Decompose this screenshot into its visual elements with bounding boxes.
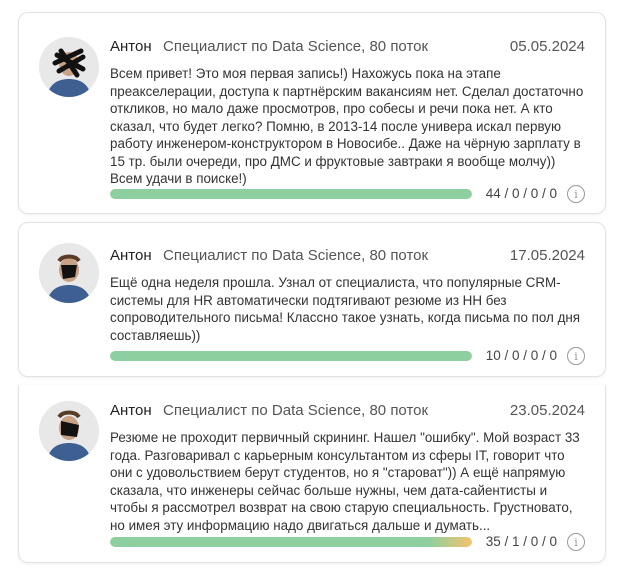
author-name[interactable]: Антон xyxy=(110,247,152,264)
progress-bar xyxy=(110,537,472,547)
post-date: 23.05.2024 xyxy=(509,402,585,419)
response-counts: 35 / 1 / 0 / 0 xyxy=(485,534,557,549)
avatar[interactable] xyxy=(39,37,99,97)
avatar[interactable] xyxy=(39,243,99,303)
progress-fill xyxy=(110,537,472,547)
post-date: 17.05.2024 xyxy=(509,247,585,264)
post-card: Антон Специалист по Data Science, 80 пот… xyxy=(18,222,606,377)
author-role: Специалист по Data Science, 80 поток xyxy=(163,38,429,55)
info-icon[interactable]: i xyxy=(567,185,585,203)
author-name[interactable]: Антон xyxy=(110,402,152,419)
author-name[interactable]: Антон xyxy=(110,38,152,55)
info-icon[interactable]: i xyxy=(567,347,585,365)
response-counts: 10 / 0 / 0 / 0 xyxy=(485,348,557,363)
post-text: Всем привет! Это моя первая запись!) Нах… xyxy=(110,66,584,186)
progress-bar xyxy=(110,189,472,199)
post-card: Антон Специалист по Data Science, 80 пот… xyxy=(18,385,606,563)
progress-fill xyxy=(110,351,472,361)
info-icon[interactable]: i xyxy=(567,533,585,551)
avatar[interactable] xyxy=(39,401,99,461)
post-text: Ещё одна неделя прошла. Узнал от специал… xyxy=(110,275,581,343)
post-date: 05.05.2024 xyxy=(509,38,585,55)
post-card: Антон Специалист по Data Science, 80 пот… xyxy=(18,12,606,214)
post-text: Резюме не проходит первичный скрининг. Н… xyxy=(110,430,580,533)
author-role: Специалист по Data Science, 80 поток xyxy=(163,247,429,264)
progress-bar xyxy=(110,351,472,361)
progress-fill xyxy=(110,189,472,199)
author-role: Специалист по Data Science, 80 поток xyxy=(163,402,429,419)
response-counts: 44 / 0 / 0 / 0 xyxy=(485,186,557,201)
